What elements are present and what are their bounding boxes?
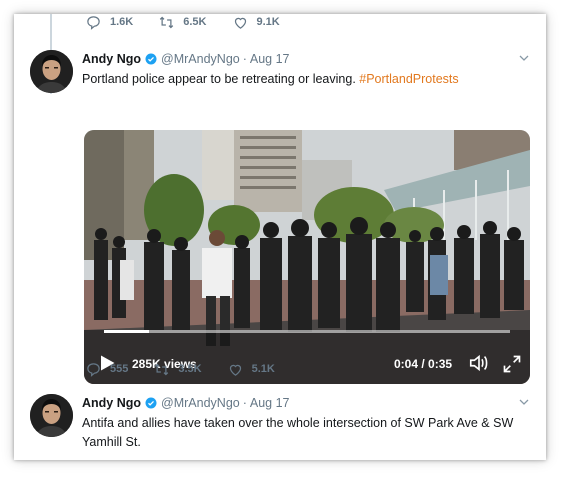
heart-icon (234, 17, 246, 29)
verified-badge-icon (145, 397, 157, 409)
retweet-button[interactable]: 6.5K (159, 15, 207, 30)
tweet-header: Andy Ngo @MrAndyNgo · Aug 17 (82, 52, 290, 66)
tweet-date[interactable]: Aug 17 (250, 52, 290, 66)
retweet-count: 6.5K (183, 16, 207, 28)
avatar[interactable] (30, 394, 73, 437)
like-button[interactable]: 5.1K (228, 362, 275, 377)
tweet-text: Antifa and allies have taken over the wh… (82, 416, 514, 449)
avatar[interactable] (30, 50, 73, 93)
video-frame (84, 130, 530, 384)
tweet-text: Portland police appear to be retreating … (82, 70, 522, 89)
tweet-header: Andy Ngo @MrAndyNgo · Aug 17 (82, 396, 290, 410)
separator: · (242, 396, 247, 410)
reply-button[interactable]: 1.6K (86, 15, 133, 30)
like-count: 9.1K (256, 16, 280, 28)
reply-icon (87, 15, 100, 30)
retweet-count: 3.5K (178, 363, 202, 375)
tweet-actions: 555 3.5K 5.1K (86, 359, 301, 379)
avatar-photo (30, 50, 73, 93)
retweet-button[interactable]: 3.5K (154, 362, 202, 377)
reply-button[interactable]: 555 (86, 362, 128, 377)
hashtag-link[interactable]: #PortlandProtests (359, 72, 458, 86)
reply-count: 555 (110, 363, 129, 375)
tweet-text-body: Portland police appear to be retreating … (82, 72, 360, 86)
reply-icon (87, 362, 100, 377)
avatar-photo (30, 394, 73, 437)
like-button[interactable]: 9.1K (233, 15, 280, 30)
reply-count: 1.6K (110, 16, 134, 28)
like-count: 5.1K (251, 363, 275, 375)
chevron-down-icon[interactable] (518, 396, 530, 408)
heart-icon (229, 364, 241, 376)
tweet-date[interactable]: Aug 17 (250, 396, 290, 410)
previous-tweet-actions: 1.6K 6.5K 9.1K (86, 14, 306, 32)
video-player[interactable]: 285K views 0:04 / 0:35 (84, 130, 530, 384)
chevron-down-icon[interactable] (518, 52, 530, 64)
tweet-thread-card: 1.6K 6.5K 9.1K Andy Ngo @MrAndyNgo · Aug… (14, 14, 546, 460)
fullscreen-icon[interactable] (502, 354, 522, 374)
retweet-icon (160, 16, 174, 28)
video-progress-fill (104, 330, 149, 333)
video-time: 0:04 / 0:35 (394, 357, 453, 371)
user-handle[interactable]: @MrAndyNgo (161, 52, 240, 66)
retweet-icon (155, 363, 169, 375)
separator: · (242, 52, 247, 66)
display-name[interactable]: Andy Ngo (82, 396, 141, 410)
video-progress-bar[interactable] (104, 330, 510, 333)
user-handle[interactable]: @MrAndyNgo (161, 396, 240, 410)
volume-icon[interactable] (468, 352, 490, 374)
verified-badge-icon (145, 53, 157, 65)
display-name[interactable]: Andy Ngo (82, 52, 141, 66)
